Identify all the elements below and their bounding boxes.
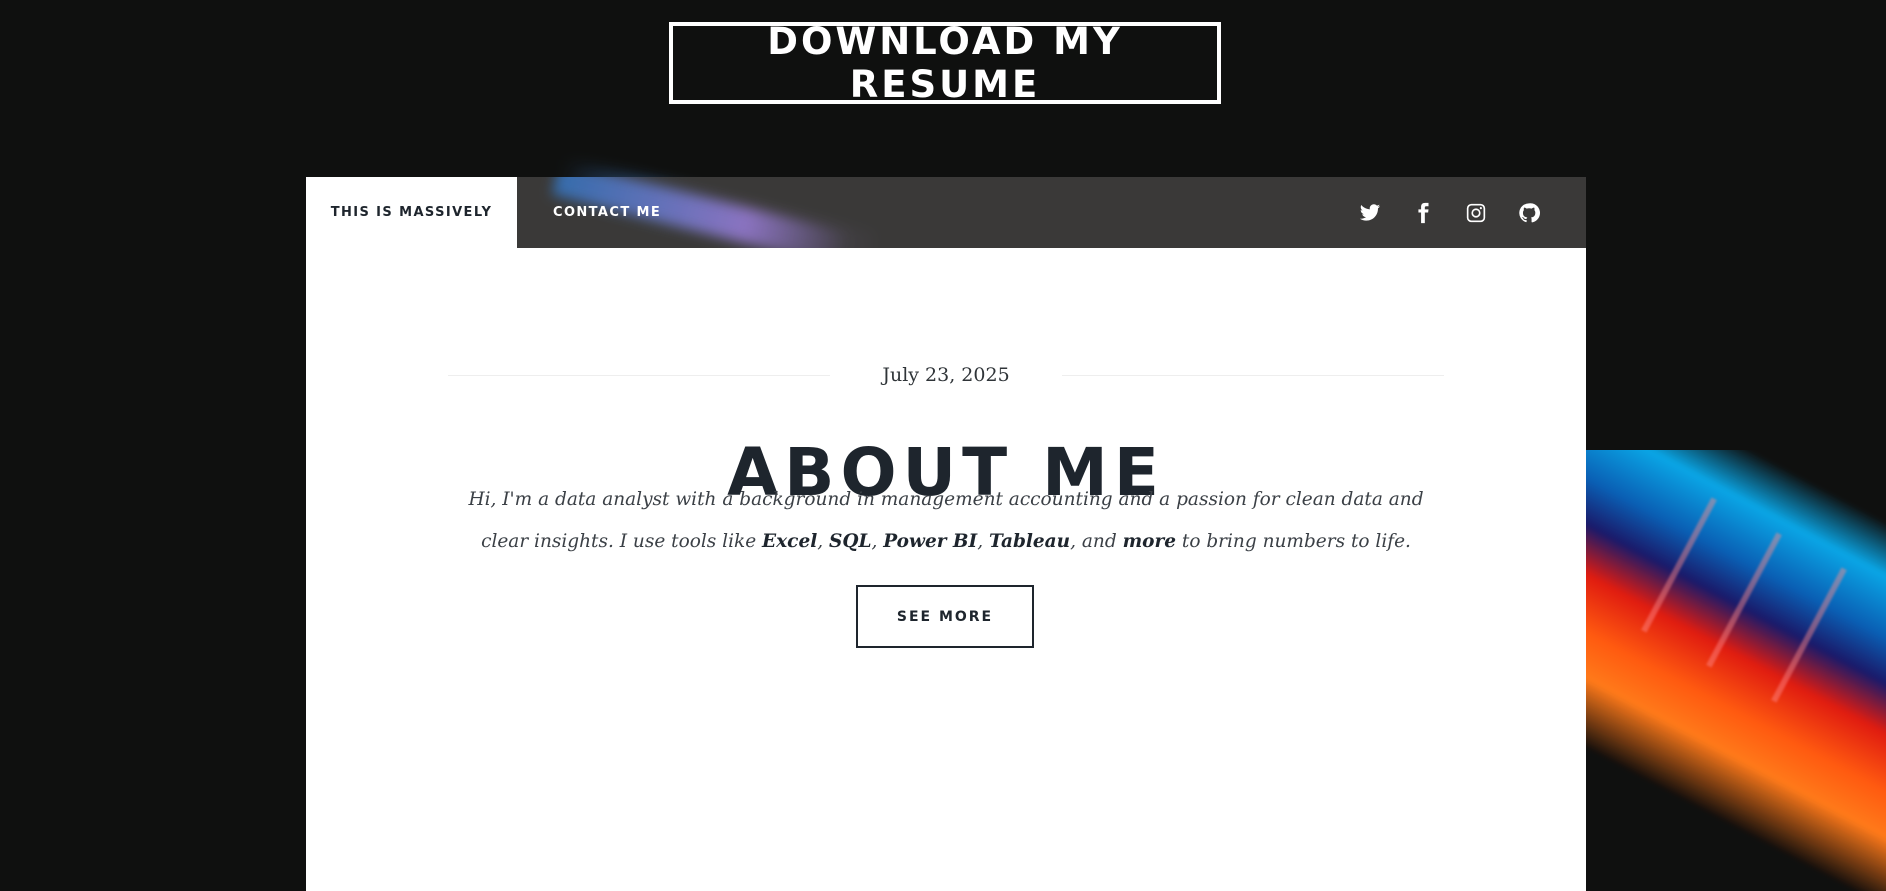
social-icons bbox=[1330, 177, 1586, 248]
facebook-icon[interactable] bbox=[1410, 200, 1436, 226]
separator: , bbox=[977, 531, 989, 552]
separator: , bbox=[871, 531, 884, 552]
tool-sql: SQL bbox=[829, 531, 872, 552]
date-row: July 23, 2025 bbox=[448, 364, 1445, 386]
github-icon[interactable] bbox=[1516, 200, 1542, 226]
see-more-button[interactable]: SEE MORE bbox=[856, 585, 1034, 648]
tool-excel: Excel bbox=[762, 531, 818, 552]
post-content: July 23, 2025 ABOUT ME Hi, I'm a data an… bbox=[306, 248, 1586, 891]
separator: , and bbox=[1070, 531, 1123, 552]
post-date: July 23, 2025 bbox=[882, 364, 1010, 386]
navbar: THIS IS MASSIVELY CONTACT ME bbox=[306, 177, 1586, 248]
divider-left bbox=[448, 374, 831, 376]
download-resume-button[interactable]: DOWNLOAD MY RESUME bbox=[669, 20, 1221, 106]
main-panel: THIS IS MASSIVELY CONTACT ME July 23, 20… bbox=[306, 177, 1586, 891]
instagram-icon[interactable] bbox=[1463, 200, 1489, 226]
intro-text-end: to bring numbers to life. bbox=[1176, 531, 1411, 552]
divider-right bbox=[1061, 374, 1445, 376]
tool-power-bi: Power BI bbox=[883, 531, 978, 552]
tool-more: more bbox=[1122, 531, 1176, 552]
tab-this-is-massively[interactable]: THIS IS MASSIVELY bbox=[306, 177, 517, 248]
separator: , bbox=[817, 531, 830, 552]
intro-paragraph: Hi, I'm a data analyst with a background… bbox=[448, 479, 1444, 563]
background-image-right bbox=[1586, 450, 1886, 891]
twitter-icon[interactable] bbox=[1357, 200, 1383, 226]
tab-contact-me[interactable]: CONTACT ME bbox=[517, 177, 661, 248]
tool-tableau: Tableau bbox=[988, 531, 1071, 552]
